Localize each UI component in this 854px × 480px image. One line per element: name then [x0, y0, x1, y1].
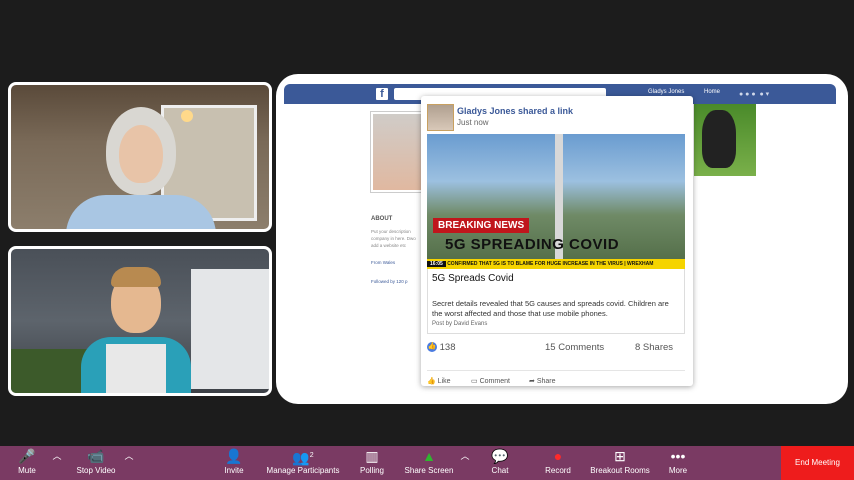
post-author-line[interactable]: Gladys Jones shared a link	[457, 106, 573, 116]
video-camera-icon: 📹	[87, 448, 105, 464]
about-heading: ABOUT	[371, 216, 393, 222]
profile-photo[interactable]	[371, 112, 423, 192]
participant-shirt	[66, 195, 216, 229]
room-shelf	[191, 269, 269, 389]
about-text: Put your description company in here. Dw…	[371, 229, 416, 248]
link-title: 5G Spreads Covid	[432, 273, 514, 284]
post-actions: 👍 Like ▭ Comment ➦ Share	[427, 370, 685, 385]
chevron-up-icon: ︿	[52, 451, 62, 461]
comment-count[interactable]: 15 Comments	[545, 342, 604, 353]
shared-screen: f Gladys Jones Home ● ● ● ● ▾ ABOUT Put …	[276, 74, 848, 404]
grid-icon: ⊞	[614, 448, 626, 464]
share-button[interactable]: ➦ Share	[529, 377, 556, 385]
chat-bubble-icon: 💬	[491, 448, 509, 464]
facebook-post-card: Gladys Jones shared a link Just now BREA…	[421, 96, 693, 386]
post-link-preview[interactable]: 5G Spreads Covid Secret details revealed…	[427, 269, 685, 334]
headline-overlay: 5G SPREADING COVID	[445, 236, 620, 253]
record-button[interactable]: ● Record	[540, 446, 576, 480]
ticker-text: CONFIRMED THAT 5G IS TO BLAME FOR HUGE I…	[447, 261, 654, 267]
stop-video-button[interactable]: 📹 Stop Video	[68, 446, 124, 480]
chevron-up-icon: ︿	[460, 451, 470, 461]
link-description: Secret details revealed that 5G causes a…	[432, 299, 669, 318]
facebook-nav-icons[interactable]: ● ● ● ● ▾	[739, 90, 809, 98]
participant-face	[119, 125, 163, 183]
dog-silhouette	[702, 110, 736, 168]
more-dots-icon: •••	[670, 448, 686, 464]
more-button[interactable]: ••• More	[664, 446, 692, 480]
comment-button[interactable]: ▭ Comment	[471, 377, 510, 385]
share-screen-icon: ▲	[422, 448, 436, 464]
polling-button[interactable]: ▥ Polling	[356, 446, 388, 480]
breaking-news-banner: BREAKING NEWS	[433, 218, 530, 233]
participants-count: 2	[309, 452, 314, 459]
video-options-chevron[interactable]: ︿	[122, 446, 136, 480]
share-options-chevron[interactable]: ︿	[458, 446, 472, 480]
like-count[interactable]: 👍 138	[427, 342, 456, 353]
post-author-avatar[interactable]	[427, 104, 454, 131]
about-followed: Followed by 120 p	[371, 279, 408, 284]
ticker-time: 16:05	[427, 261, 446, 267]
like-button[interactable]: 👍 Like	[427, 377, 451, 385]
invite-button[interactable]: 👤 Invite	[218, 446, 250, 480]
meeting-toolbar: 🎤 Mute ︿ 📹 Stop Video ︿ 👤 Invite 👥2 Mana…	[0, 446, 854, 480]
invite-user-icon: 👤	[225, 448, 243, 464]
participant-hair	[111, 267, 161, 287]
news-ticker: 16:05 CONFIRMED THAT 5G IS TO BLAME FOR …	[427, 259, 685, 269]
facebook-home-link[interactable]: Home	[704, 89, 720, 95]
facebook-logo[interactable]: f	[376, 88, 388, 100]
comment-icon: ▭	[471, 378, 478, 385]
facebook-user-name[interactable]: Gladys Jones	[648, 89, 684, 95]
microphone-icon: 🎤	[18, 448, 36, 464]
post-time: Just now	[457, 118, 489, 127]
mute-button[interactable]: 🎤 Mute	[10, 446, 44, 480]
chat-button[interactable]: 💬 Chat	[486, 446, 514, 480]
participant-shirt-center	[106, 344, 166, 393]
share-count[interactable]: 8 Shares	[635, 342, 673, 353]
like-reaction-icon: 👍	[427, 342, 437, 353]
video-tile-participant-1[interactable]	[8, 82, 272, 232]
breakout-rooms-button[interactable]: ⊞ Breakout Rooms	[588, 446, 652, 480]
ceiling-lamp	[181, 110, 193, 122]
end-meeting-button[interactable]: End Meeting	[781, 446, 854, 480]
about-section: ABOUT Put your description company in he…	[371, 216, 421, 284]
share-screen-button[interactable]: ▲ Share Screen	[400, 446, 458, 480]
link-author: Post by David Evans	[432, 321, 488, 327]
audio-options-chevron[interactable]: ︿	[50, 446, 64, 480]
bar-chart-icon: ▥	[365, 448, 379, 464]
post-link-image[interactable]: BREAKING NEWS 5G SPREADING COVID 16:05 C…	[427, 134, 685, 269]
record-icon: ●	[553, 448, 563, 464]
about-from: From Wales	[371, 260, 396, 265]
share-arrow-icon: ➦	[529, 378, 535, 385]
participants-icon: 👥2	[292, 449, 314, 466]
chevron-up-icon: ︿	[124, 451, 134, 461]
thumbs-up-icon: 👍	[427, 378, 436, 385]
manage-participants-button[interactable]: 👥2 Manage Participants	[258, 446, 348, 480]
video-tile-participant-2[interactable]	[8, 246, 272, 396]
